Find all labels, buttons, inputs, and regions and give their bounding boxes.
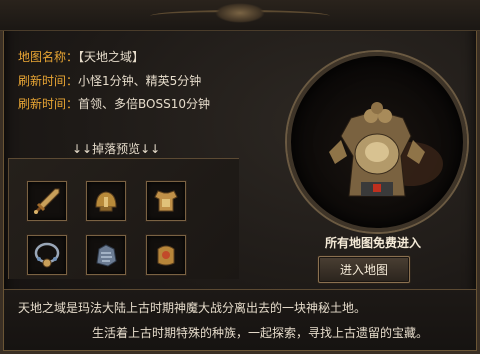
refresh-time-row-1: 刷新时间：小怪1分钟、精英5分钟 <box>18 72 201 89</box>
drop-slot-bracer[interactable] <box>146 235 186 275</box>
refresh-time-label-1: 刷新时间： <box>18 74 79 88</box>
drop-preview-title: ↓↓掉落预览↓↓ <box>72 142 161 156</box>
drop-slot-gauntlet[interactable] <box>86 235 126 275</box>
refresh-time-row-2: 刷新时间：首领、多倍BOSS10分钟 <box>18 95 210 112</box>
description-line-1: 天地之域是玛法大陆上古时期神魔大战分离出去的一块神秘土地。 <box>18 301 367 315</box>
boss-portrait-portal <box>287 52 467 232</box>
map-name-row: 地图名称：【天地之域】 <box>18 48 144 65</box>
refresh-time-label-2: 刷新时间： <box>18 97 79 111</box>
map-name-label: 地图名称： <box>18 50 79 64</box>
silver-necklace-icon <box>34 242 60 268</box>
drop-slot-sword[interactable] <box>27 181 67 221</box>
gold-armor-icon <box>154 190 178 212</box>
sword-icon <box>34 188 60 214</box>
refresh-time-value-1: 小怪1分钟、精英5分钟 <box>78 74 202 88</box>
drop-slot-helmet[interactable] <box>86 181 126 221</box>
free-entry-text: 所有地图免费进入 <box>324 236 421 250</box>
enter-map-button[interactable]: 进入地图 <box>318 256 410 283</box>
gold-bracer-icon <box>157 245 175 266</box>
armored-demon-boss-icon <box>329 102 443 197</box>
drop-slot-armor[interactable] <box>146 181 186 221</box>
gold-helmet-icon <box>95 191 117 212</box>
top-ornament <box>0 0 480 31</box>
blue-gauntlet-icon <box>96 244 117 267</box>
map-description-box: 天地之域是玛法大陆上古时期神魔大战分离出去的一块神秘土地。 生活着上古时期特殊的… <box>4 289 476 350</box>
drop-slot-necklace[interactable] <box>27 235 67 275</box>
map-name-value: 【天地之域】 <box>78 50 145 64</box>
refresh-time-value-2: 首领、多倍BOSS10分钟 <box>78 97 210 111</box>
description-line-2: 生活着上古时期特殊的种族，一起探索，寻找上古遗留的宝藏。 <box>92 326 429 340</box>
